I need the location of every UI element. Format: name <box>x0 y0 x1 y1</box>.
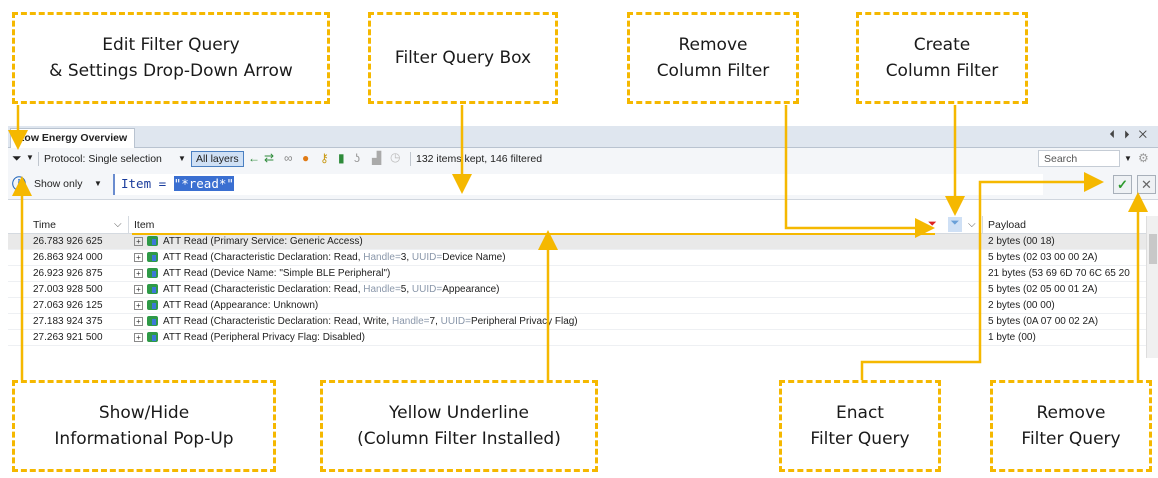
swap-arrows-icon[interactable]: ⇄ <box>264 151 274 165</box>
protocol-selection-dropdown[interactable]: Protocol: Single selection <box>44 153 162 165</box>
column-payload[interactable]: Payload <box>988 219 1026 231</box>
expand-icon[interactable]: + <box>134 300 143 310</box>
table-row[interactable]: 26.923 926 875 + ATT Read (Device Name: "… <box>8 266 1158 282</box>
item-cell: + ATT Read (Primary Service: Generic Acce… <box>134 236 363 247</box>
expand-icon[interactable]: + <box>134 332 143 342</box>
callout-show-hide-popup: Show/Hide Informational Pop-Up <box>12 380 276 472</box>
callout-yellow-underline: Yellow Underline (Column Filter Installe… <box>320 380 598 472</box>
chevron-down-icon[interactable]: ▼ <box>26 153 34 162</box>
item-cell: + ATT Read (Characteristic Declaration: R… <box>134 284 499 295</box>
item-cell: + ATT Read (Device Name: "Simple BLE Peri… <box>134 268 390 279</box>
enact-filter-button[interactable]: ✓ <box>1113 175 1132 194</box>
column-time[interactable]: Time <box>33 219 56 231</box>
time-cell: 27.183 924 375 <box>33 316 103 327</box>
link-icon[interactable]: ∞ <box>284 151 293 165</box>
chevron-down-icon[interactable]: ▼ <box>94 179 102 188</box>
chevron-down-icon[interactable]: ⌵ <box>968 219 976 230</box>
payload-cell: 5 bytes (02 03 00 00 2A) <box>988 252 1098 263</box>
payload-cell: 2 bytes (00 18) <box>988 236 1055 247</box>
expand-icon[interactable]: + <box>134 316 143 326</box>
create-column-filter-icon[interactable]: ⏷ <box>948 217 962 232</box>
item-cell: + ATT Read (Appearance: Unknown) <box>134 300 318 311</box>
callout-create-column-filter: Create Column Filter <box>856 12 1028 104</box>
callout-filter-query-box: Filter Query Box <box>368 12 558 104</box>
tab-row: Low Energy Overview ⏴ ⏵ ✕ <box>8 126 1158 148</box>
chevron-down-icon[interactable]: ▼ <box>1124 154 1132 163</box>
vertical-scrollbar[interactable] <box>1146 216 1158 358</box>
filter-query-input[interactable]: Item = "*read*" <box>113 174 1043 195</box>
tab-low-energy-overview[interactable]: Low Energy Overview <box>10 128 136 148</box>
att-packet-icon <box>147 284 158 295</box>
filter-query-text: Item = "*read*" <box>121 176 234 191</box>
expand-icon[interactable]: + <box>134 236 143 246</box>
low-energy-overview-window: Low Energy Overview ⏴ ⏵ ✕ ⏷ ▼ Protocol: … <box>8 126 1158 358</box>
all-layers-button[interactable]: All layers <box>191 151 244 167</box>
payload-cell: 2 bytes (00 00) <box>988 300 1055 311</box>
callout-enact-filter-query: Enact Filter Query <box>779 380 941 472</box>
time-cell: 27.263 921 500 <box>33 332 103 343</box>
info-popup-icon[interactable]: ⓘ <box>12 174 26 194</box>
bookmark-icon[interactable]: ▮ <box>338 151 345 165</box>
att-packet-icon <box>147 316 158 327</box>
att-packet-icon <box>147 300 158 311</box>
item-cell: + ATT Read (Peripheral Privacy Flag: Disa… <box>134 332 365 343</box>
time-cell: 26.923 926 875 <box>33 268 103 279</box>
remove-column-filter-icon[interactable]: ⏷ <box>928 218 937 231</box>
payload-cell: 5 bytes (0A 07 00 02 2A) <box>988 316 1099 327</box>
chevron-down-icon[interactable]: ⌵ <box>114 219 122 230</box>
item-cell: + ATT Read (Characteristic Declaration: R… <box>134 252 506 263</box>
callout-edit-filter: Edit Filter Query & Settings Drop-Down A… <box>12 12 330 104</box>
pumpkin-icon[interactable]: ● <box>302 151 309 165</box>
table-row[interactable]: 26.863 924 000 + ATT Read (Characteristic… <box>8 250 1158 266</box>
arrow-left-icon[interactable]: ← <box>248 151 260 165</box>
column-item[interactable]: Item <box>134 219 154 231</box>
expand-icon[interactable]: + <box>134 284 143 294</box>
clock-icon[interactable]: ◷ <box>390 150 400 164</box>
att-packet-icon <box>147 268 158 279</box>
query-prefix: Item = <box>121 176 174 191</box>
chart-icon[interactable]: ▟ <box>372 151 381 165</box>
remove-filter-button[interactable]: ✕ <box>1137 175 1156 194</box>
table-row[interactable]: 27.263 921 500 + ATT Read (Peripheral Pri… <box>8 330 1158 346</box>
filter-query-bar: ⓘ Show only ▼ Item = "*read*" ✓ ✕ <box>8 170 1158 200</box>
payload-cell: 5 bytes (02 05 00 01 2A) <box>988 284 1098 295</box>
toolbar: ⏷ ▼ Protocol: Single selection ▼ All lay… <box>8 148 1158 170</box>
payload-cell: 21 bytes (53 69 6D 70 6C 65 20 <box>988 268 1130 279</box>
time-cell: 26.863 924 000 <box>33 252 103 263</box>
time-cell: 27.003 928 500 <box>33 284 103 295</box>
time-cell: 26.783 926 625 <box>33 236 103 247</box>
callout-remove-column-filter: Remove Column Filter <box>627 12 799 104</box>
expand-icon[interactable]: + <box>134 268 143 278</box>
table-row[interactable]: 27.003 928 500 + ATT Read (Characteristic… <box>8 282 1158 298</box>
expand-icon[interactable]: + <box>134 252 143 262</box>
scrollbar-thumb[interactable] <box>1149 234 1157 264</box>
payload-cell: 1 byte (00) <box>988 332 1036 343</box>
item-cell: + ATT Read (Characteristic Declaration: R… <box>134 316 578 327</box>
table-row[interactable]: 27.063 926 125 + ATT Read (Appearance: Un… <box>8 298 1158 314</box>
search-label: Search <box>1044 153 1078 165</box>
att-packet-icon <box>147 332 158 343</box>
table-row[interactable]: 26.783 926 625 + ATT Read (Primary Servic… <box>8 234 1158 250</box>
query-selected-text: "*read*" <box>173 176 234 191</box>
filter-status-text: 132 items kept, 146 filtered <box>416 153 543 165</box>
show-only-dropdown[interactable]: Show only <box>34 178 82 190</box>
table-row[interactable]: 27.183 924 375 + ATT Read (Characteristic… <box>8 314 1158 330</box>
callout-remove-filter-query: Remove Filter Query <box>990 380 1152 472</box>
key-icon[interactable]: ⚷ <box>320 151 329 165</box>
search-options-icon[interactable]: ⚙ <box>1138 151 1149 165</box>
hook-icon[interactable]: ʖ <box>354 151 360 165</box>
att-packet-icon <box>147 252 158 263</box>
column-header: Time ⌵ Item ⏷ ⏷ ⌵ Payload ⌃ <box>8 216 1158 234</box>
window-controls[interactable]: ⏴ ⏵ ✕ <box>1110 129 1151 142</box>
time-cell: 27.063 926 125 <box>33 300 103 311</box>
packet-list: 26.783 926 625 + ATT Read (Primary Servic… <box>8 234 1158 346</box>
funnel-icon[interactable]: ⏷ <box>12 151 22 166</box>
chevron-down-icon[interactable]: ▼ <box>178 154 186 163</box>
att-packet-icon <box>147 236 158 247</box>
